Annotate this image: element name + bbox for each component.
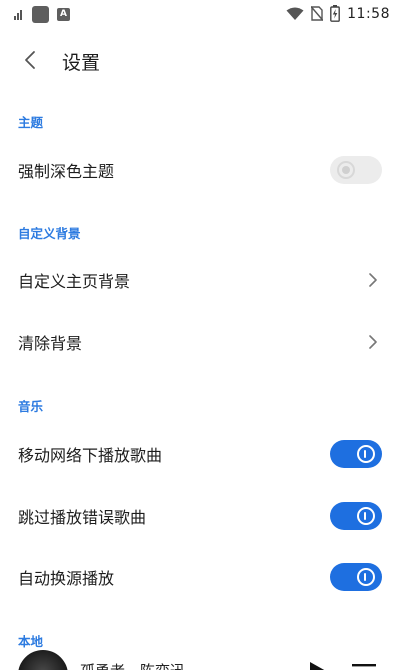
setting-label: 强制深色主题 [18, 162, 115, 181]
section-header-music: 音乐 [18, 399, 44, 414]
force-dark-theme-toggle[interactable] [330, 156, 382, 184]
signal-bars-icon [14, 9, 24, 20]
setting-label: 清除背景 [18, 334, 83, 353]
chevron-right-icon [369, 335, 377, 349]
wifi-icon [286, 7, 304, 20]
section-header-theme: 主题 [18, 115, 44, 130]
status-bar: A 11:58 [0, 0, 400, 30]
notification-square-icon [32, 6, 49, 23]
setting-label: 移动网络下播放歌曲 [18, 446, 163, 465]
app-bar: 设置 [0, 38, 400, 82]
status-time: 11:58 [347, 5, 390, 22]
setting-custom-home-background[interactable]: 自定义主页背景 [0, 254, 400, 306]
chevron-right-icon [369, 273, 377, 287]
auto-switch-source-toggle[interactable] [330, 563, 382, 591]
status-bar-right: 11:58 [286, 5, 390, 22]
toggle-knob [357, 445, 375, 463]
toggle-knob [357, 568, 375, 586]
setting-clear-background[interactable]: 清除背景 [0, 316, 400, 368]
album-art[interactable] [18, 650, 68, 670]
setting-auto-switch-source[interactable]: 自动换源播放 [0, 551, 400, 603]
no-sim-icon [311, 6, 324, 21]
chevron-left-icon [25, 51, 35, 69]
setting-label: 自定义主页背景 [18, 272, 131, 291]
play-on-mobile-network-toggle[interactable] [330, 440, 382, 468]
app-a-icon: A [57, 8, 70, 21]
battery-charging-icon [330, 5, 341, 22]
playlist-icon[interactable] [352, 662, 376, 670]
skip-error-songs-toggle[interactable] [330, 502, 382, 530]
mini-player[interactable]: 孤勇者 - 陈奕迅 [0, 648, 400, 670]
setting-play-on-mobile-network[interactable]: 移动网络下播放歌曲 [0, 428, 400, 480]
section-header-custom-background: 自定义背景 [18, 226, 81, 241]
play-icon[interactable] [306, 660, 328, 670]
toggle-knob [337, 161, 355, 179]
back-button[interactable] [14, 44, 46, 76]
setting-label: 跳过播放错误歌曲 [18, 508, 147, 527]
status-bar-left: A [14, 6, 70, 23]
now-playing-title[interactable]: 孤勇者 - 陈奕迅 [80, 660, 185, 670]
setting-skip-error-songs[interactable]: 跳过播放错误歌曲 [0, 490, 400, 542]
setting-label: 自动换源播放 [18, 569, 115, 588]
page-title: 设置 [62, 52, 101, 74]
setting-force-dark-theme[interactable]: 强制深色主题 [0, 144, 400, 196]
toggle-knob [357, 507, 375, 525]
